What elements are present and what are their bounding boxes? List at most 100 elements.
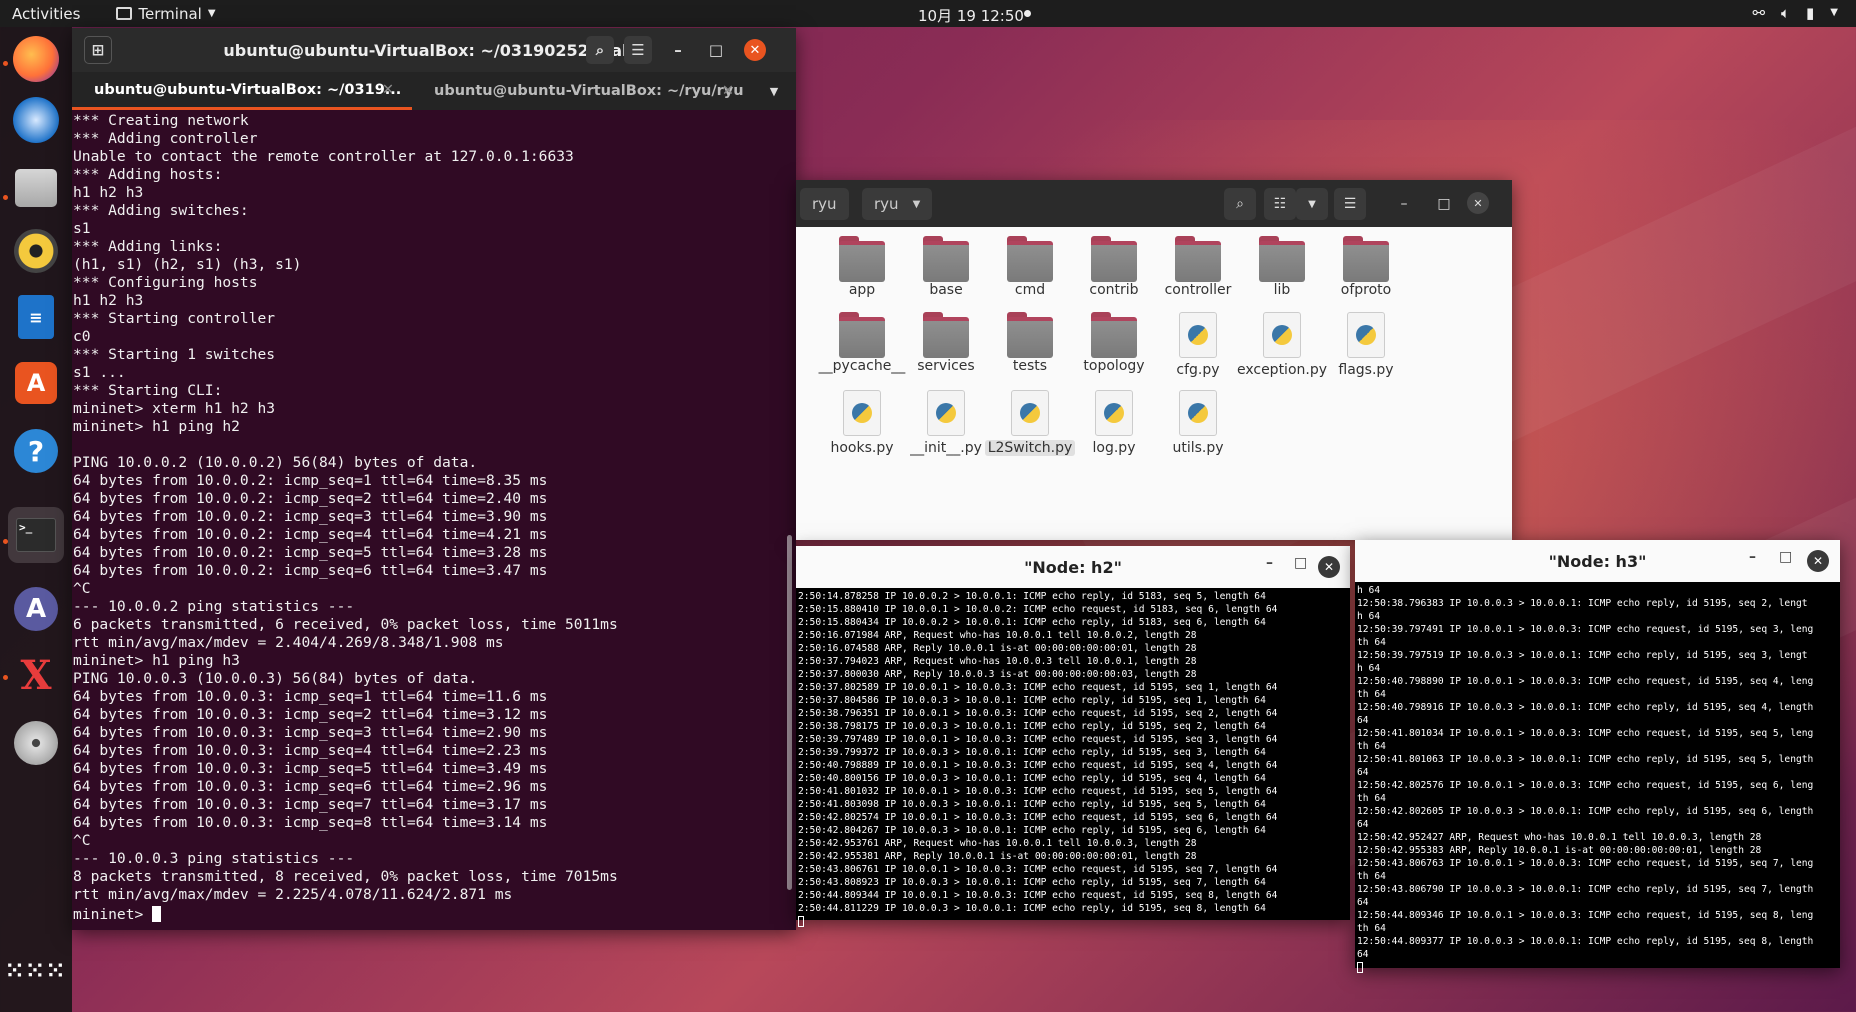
system-tray[interactable]: ⚯ 🔈︎ ▮ ▼ [1752,4,1838,22]
terminal-line: 2:50:40.798889 IP 10.0.0.1 > 10.0.0.3: I… [798,760,1278,771]
tab-ryu[interactable]: ubuntu@ubuntu-VirtualBox: ~/ryu/ryu ✕ [412,72,752,110]
maximize-icon[interactable]: □ [1779,549,1792,565]
terminal-small-icon [116,7,133,20]
folder-item[interactable]: tests [984,312,1076,374]
chevron-down-icon: ▼ [207,8,216,19]
minimize-icon[interactable]: – [1749,549,1756,565]
terminal-line: --- 10.0.0.2 ping statistics --- [73,598,355,615]
python-logo-icon [1020,403,1040,423]
terminal-window[interactable]: ⊞ ubuntu@ubuntu-VirtualBox: ~/031902525/… [72,28,796,930]
tab-menu-chevron-icon[interactable]: ▼ [752,72,796,110]
folder-item[interactable]: contrib [1068,236,1160,298]
xterm-h2-titlebar[interactable]: "Node: h2" – □ ✕ [796,546,1350,588]
xterm-h3-window[interactable]: "Node: h3" – □ ✕ h 64 12:50:38.796383 IP … [1355,540,1840,973]
clock[interactable]: 10月 19 12:50 [918,5,1024,26]
rhythmbox-icon[interactable] [14,229,58,273]
maximize-icon[interactable]: □ [1294,555,1307,571]
terminal-line: 64 [1357,819,1369,830]
folder-item[interactable]: controller [1152,236,1244,298]
close-icon[interactable]: ✕ [744,39,766,61]
writer-icon[interactable]: ≡ [18,295,54,339]
file-item[interactable]: exception.py [1236,312,1328,378]
folder-icon [1007,312,1053,358]
xterm-h2-output[interactable]: 2:50:14.878258 IP 10.0.0.2 > 10.0.0.1: I… [796,588,1350,929]
terminal-line: 2:50:37.794023 ARP, Request who-has 10.0… [798,656,1197,667]
file-item[interactable]: __init__.py [900,390,992,456]
dvd-icon[interactable] [14,721,58,765]
maximize-icon[interactable]: □ [702,36,730,64]
list-view-icon[interactable]: ☷ [1264,188,1296,220]
file-manager-header[interactable]: ryu ryu ▼ ⌕ ☷ ▼ ☰ – □ ✕ [796,180,1512,227]
new-tab-button[interactable]: ⊞ [84,36,112,64]
python-file-icon [1263,312,1301,358]
xterm-icon[interactable]: X [12,651,60,699]
file-label: services [917,358,975,374]
search-icon[interactable]: ⌕ [586,36,614,64]
activities-button[interactable]: Activities [12,5,80,23]
help-icon[interactable]: ? [14,429,58,473]
folder-item[interactable]: app [816,236,908,298]
search-icon[interactable]: ⌕ [1224,188,1256,220]
app-menu[interactable]: Terminal ▼ [116,5,216,23]
close-icon[interactable]: ✕ [1807,550,1829,572]
folder-item[interactable]: cmd [984,236,1076,298]
file-item[interactable]: cfg.py [1152,312,1244,378]
terminal-line: 2:50:44.809344 IP 10.0.0.1 > 10.0.0.3: I… [798,890,1278,901]
files-icon[interactable] [15,169,57,207]
terminal-line: 2:50:37.804586 IP 10.0.0.3 > 10.0.0.1: I… [798,695,1266,706]
terminal-titlebar[interactable]: ⊞ ubuntu@ubuntu-VirtualBox: ~/031902525/… [72,28,796,72]
ubuntu-software-icon[interactable]: A [14,587,58,631]
minimize-icon[interactable]: – [1266,555,1273,571]
xterm-h3-titlebar[interactable]: "Node: h3" – □ ✕ [1355,540,1840,582]
menu-icon[interactable]: ☰ [1334,188,1366,220]
maximize-icon[interactable]: □ [1428,188,1460,220]
minimize-icon[interactable]: – [1388,188,1420,220]
firefox-icon[interactable] [13,36,59,82]
show-apps-icon[interactable]: ⁙⁙⁙ [5,950,64,994]
terminal-line: 6 packets transmitted, 6 received, 0% pa… [73,616,618,633]
folder-item[interactable]: base [900,236,992,298]
folder-item[interactable]: topology [1068,312,1160,374]
tab-lab6[interactable]: ubuntu@ubuntu-VirtualBox: ~/0319... ✕ [72,72,412,110]
folder-item[interactable]: ofproto [1320,236,1412,298]
folder-icon [839,236,885,282]
file-item[interactable]: utils.py [1152,390,1244,456]
software-icon[interactable]: A [15,362,57,404]
terminal-line: 2:50:41.803098 IP 10.0.0.3 > 10.0.0.1: I… [798,799,1266,810]
file-item[interactable]: flags.py [1320,312,1412,378]
folder-icon [1007,236,1053,282]
xterm-h3-output[interactable]: h 64 12:50:38.796383 IP 10.0.0.3 > 10.0.0… [1355,582,1840,975]
menu-icon[interactable]: ☰ [624,36,652,64]
chevron-down-icon[interactable]: ▼ [1296,188,1328,220]
terminal-line: *** Configuring hosts [73,274,258,291]
folder-item[interactable]: __pycache__ [816,312,908,374]
file-item[interactable]: hooks.py [816,390,908,456]
terminal-line: 64 bytes from 10.0.0.2: icmp_seq=1 ttl=6… [73,472,548,489]
terminal-line: 2:50:39.799372 IP 10.0.0.3 > 10.0.0.1: I… [798,747,1266,758]
terminal-line: rtt min/avg/max/mdev = 2.404/4.269/8.348… [73,634,504,651]
breadcrumb-ryu-parent[interactable]: ryu [800,188,849,220]
file-manager-window[interactable]: ryu ryu ▼ ⌕ ☷ ▼ ☰ – □ ✕ app base cmd contrib… [796,180,1512,540]
terminal-line: th 64 [1357,871,1386,882]
terminal-line: 64 [1357,949,1369,960]
thunderbird-icon[interactable] [13,97,59,143]
terminal-glyph: >_ [16,518,56,552]
terminal-line: 64 bytes from 10.0.0.3: icmp_seq=3 ttl=6… [73,724,548,741]
close-tab-icon[interactable]: ✕ [722,83,734,99]
scrollbar[interactable] [787,535,792,890]
file-item[interactable]: L2Switch.py [984,390,1076,456]
minimize-icon[interactable]: – [664,36,692,64]
close-icon[interactable]: ✕ [1467,192,1489,214]
folder-item[interactable]: lib [1236,236,1328,298]
file-item[interactable]: log.py [1068,390,1160,456]
terminal-output[interactable]: *** Creating network *** Adding controlle… [72,110,796,930]
close-icon[interactable]: ✕ [1318,556,1340,578]
breadcrumb-ryu-current[interactable]: ryu ▼ [862,188,933,220]
xterm-h2-window[interactable]: "Node: h2" – □ ✕ 2:50:14.878258 IP 10.0.… [796,546,1350,927]
file-label: L2Switch.py [984,440,1076,456]
python-file-icon [1179,390,1217,436]
terminal-icon[interactable]: >_ [8,507,64,563]
folder-item[interactable]: services [900,312,992,374]
close-tab-icon[interactable]: ✕ [382,82,394,98]
terminal-line: mininet> h1 ping h3 [73,652,240,669]
